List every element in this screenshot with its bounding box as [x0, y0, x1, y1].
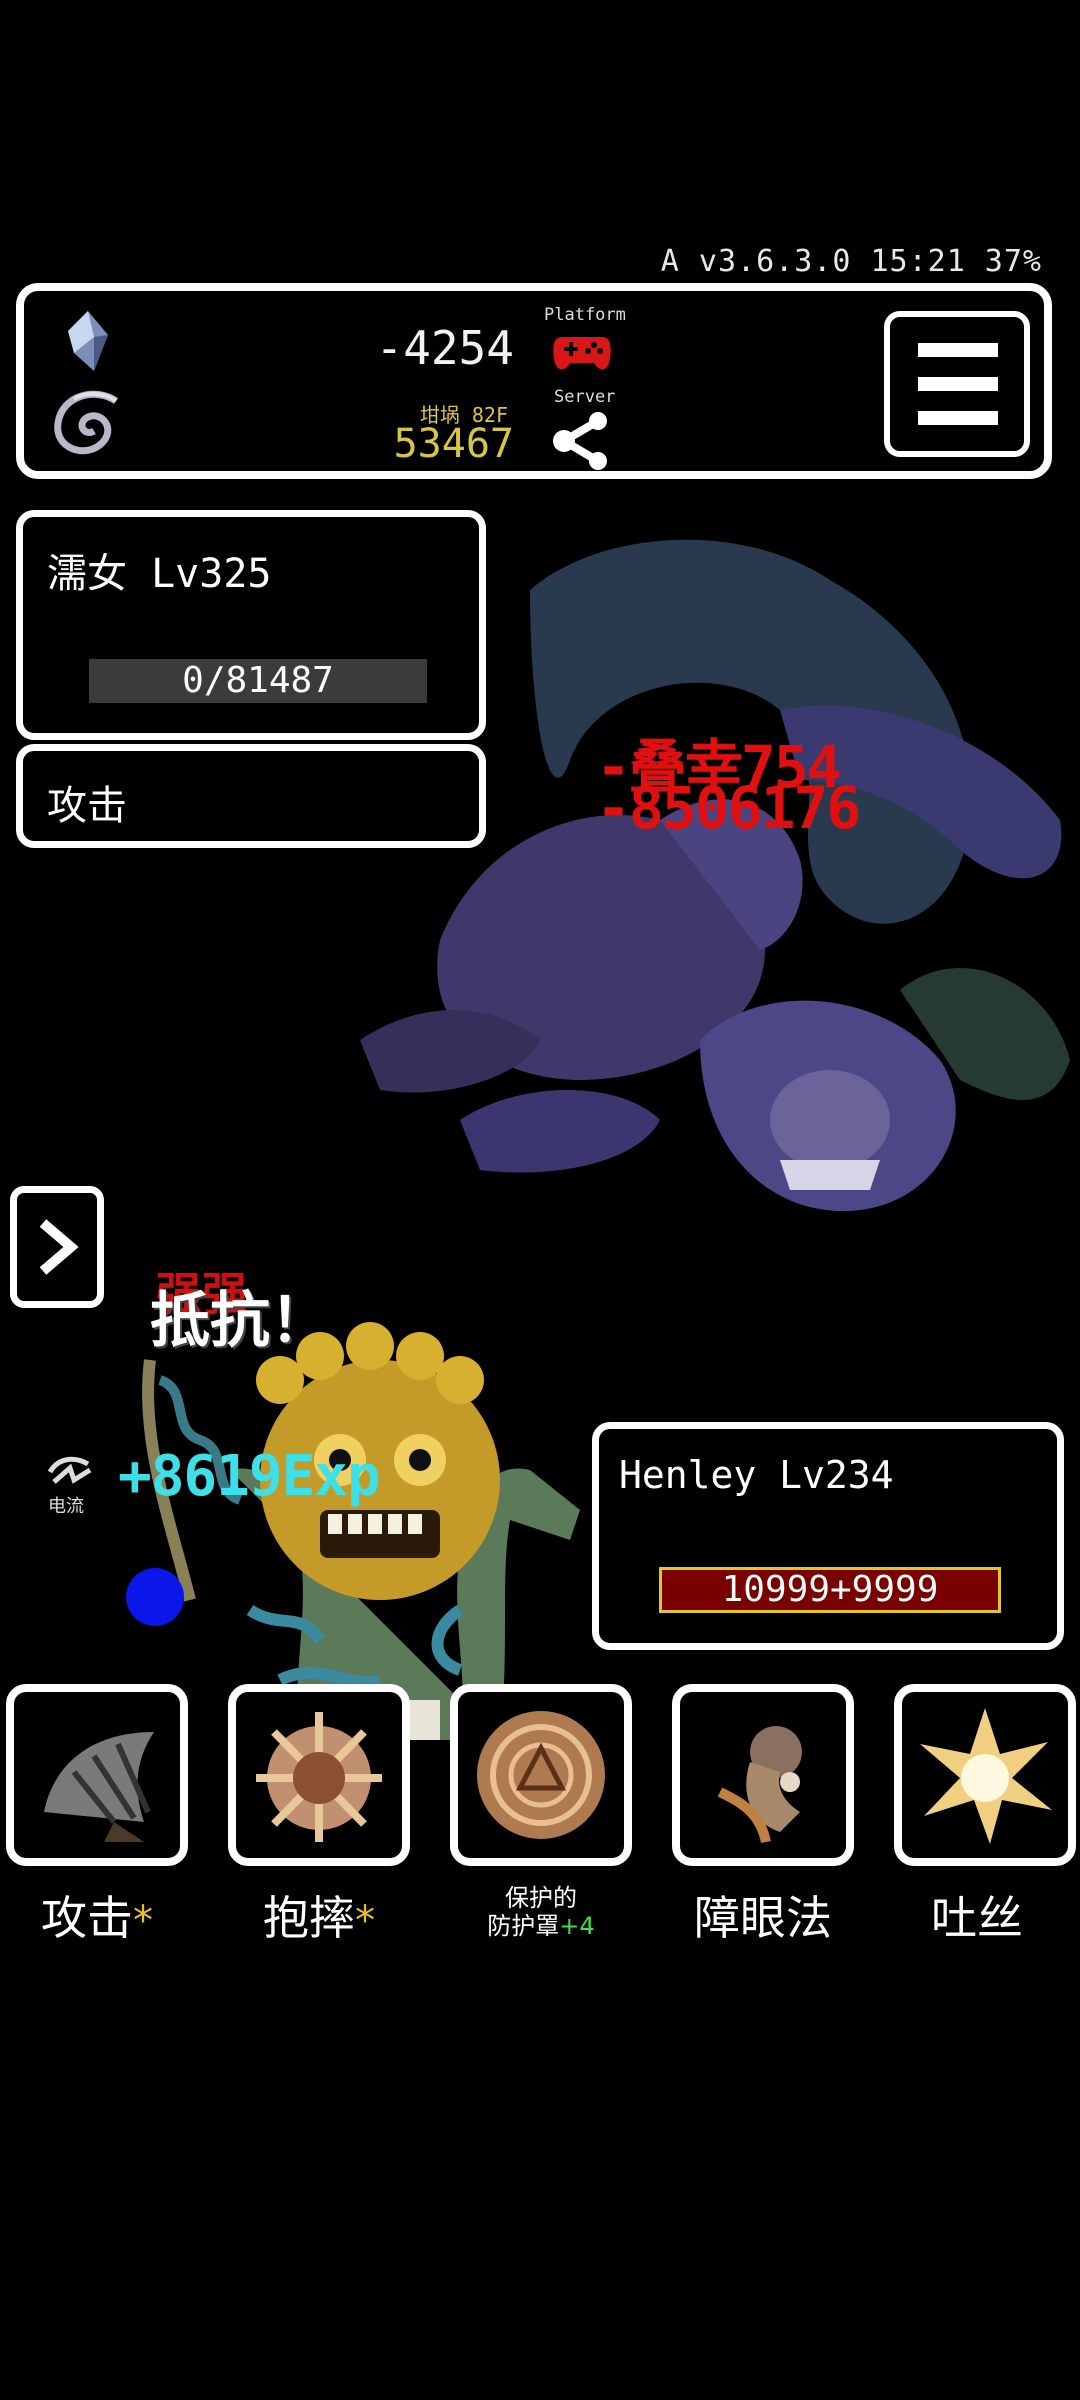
enemy-hp-bar: 0/81487	[89, 659, 427, 703]
platform-label: Platform	[544, 305, 626, 325]
enemy-name-level: 濡女 Lv325	[47, 551, 272, 597]
menu-icon-bar	[918, 411, 998, 425]
skill-attack-label: 攻击*	[0, 1882, 202, 1948]
skill-body-slam-star: *	[355, 1898, 375, 1944]
enemy-action-label: 攻击	[47, 783, 127, 829]
menu-button[interactable]	[884, 311, 1030, 457]
skill-attack-button[interactable]	[6, 1684, 188, 1866]
skill-attack-text: 攻击	[41, 1891, 133, 1945]
skill-body-slam-text: 抱摔	[263, 1891, 355, 1945]
status-orb	[126, 1568, 184, 1626]
element-label: 电流	[48, 1496, 84, 1517]
skill-spit-silk-button[interactable]	[894, 1684, 1076, 1866]
swirl-icon	[46, 381, 130, 465]
skill-body-slam-label: 抱摔*	[214, 1882, 424, 1948]
chevron-right-icon	[39, 1219, 79, 1275]
skill-shield-text-line1: 保护的	[505, 1884, 577, 1912]
player-status-panel: Henley Lv234 10999+9999	[592, 1422, 1064, 1650]
resource-bar: -4254 坩埚 82F 53467 Platform Server	[16, 283, 1052, 479]
status-bar: A v3.6.3.0 15:21 37%	[660, 244, 1042, 279]
crystal-icon	[64, 309, 112, 373]
skill-protective-shield-label: 保护的 防护罩+4	[436, 1884, 646, 1940]
skill-blind-trick-button[interactable]	[672, 1684, 854, 1866]
claw-icon	[44, 1732, 154, 1842]
fetish-doll-icon	[717, 1726, 802, 1844]
damage-number-2: -8506176	[596, 774, 861, 842]
gamepad-icon[interactable]	[552, 331, 612, 375]
server-label: Server	[554, 387, 616, 407]
shield-seal-icon	[477, 1711, 605, 1839]
player-hp-bar: 10999+9999	[659, 1567, 1001, 1613]
skill-protective-shield-button[interactable]	[450, 1684, 632, 1866]
exp-gain-text: +8619Exp	[118, 1444, 381, 1509]
enemy-status-panel: 濡女 Lv325 0/81487	[16, 510, 486, 740]
skill-shield-bonus: +4	[559, 1912, 595, 1940]
gold-value: 53467	[393, 421, 514, 467]
skill-attack-star: *	[133, 1898, 153, 1944]
menu-icon	[918, 343, 998, 357]
skill-spit-silk-label: 吐丝	[931, 1891, 1023, 1945]
share-icon[interactable]	[550, 409, 614, 473]
enemy-action-panel: 攻击	[16, 744, 486, 848]
burst-icon	[920, 1708, 1052, 1844]
skill-blind-trick-label: 障眼法	[694, 1891, 832, 1945]
slam-icon	[256, 1712, 382, 1842]
crystal-value: -4254	[375, 321, 514, 375]
expand-arrow-button[interactable]	[10, 1186, 104, 1308]
skill-shield-text-line2: 防护罩	[487, 1912, 560, 1940]
player-name-level: Henley Lv234	[619, 1453, 894, 1497]
skill-body-slam-button[interactable]	[228, 1684, 410, 1866]
menu-icon-bar	[918, 377, 998, 391]
